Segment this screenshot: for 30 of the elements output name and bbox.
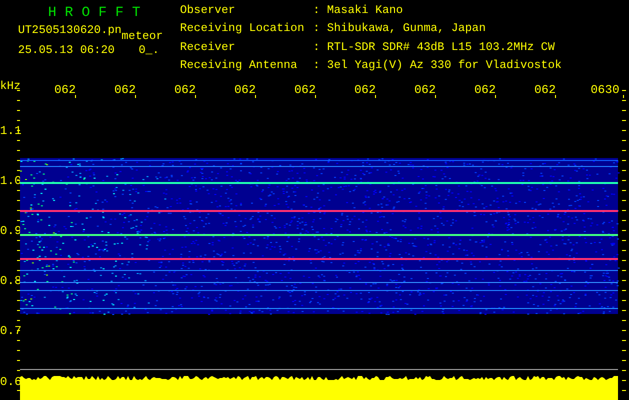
info-label: Receiving Location — [180, 23, 306, 38]
info-label: Observer — [180, 5, 236, 19]
info-label: Receiving Antenna — [180, 60, 298, 74]
info-value: Shibukawa, Gunma, Japan — [327, 23, 487, 38]
axis-unit-label: kHz — [0, 80, 21, 93]
time-label: 062 — [354, 83, 376, 97]
app-title: H R O F F T — [47, 5, 142, 21]
info-value: Masaki Kano — [327, 5, 404, 19]
time-label: 062 — [234, 83, 256, 97]
info-value: RTL-SDR SDR# 43dB L15 103.2MHz CW — [327, 42, 556, 56]
info-label: Receiver — [180, 42, 236, 56]
time-label: 062 — [114, 83, 136, 97]
time-label: 062 — [174, 83, 196, 97]
info-separator: : — [313, 42, 321, 56]
frequency-label: 0.7 — [0, 324, 22, 338]
info-separator: : — [313, 5, 321, 19]
time-label: 062 — [414, 83, 436, 97]
time-label: 062 — [534, 83, 556, 97]
timestamp: 25.05.13 06:20 — [18, 44, 115, 56]
time-label: 0630 — [590, 83, 620, 97]
status-code: 0_. — [138, 44, 160, 56]
time-label: 062 — [54, 83, 76, 97]
info-separator: : — [313, 60, 321, 74]
mode-label: meteor — [122, 31, 163, 42]
info-separator: : — [313, 23, 321, 38]
file-name: UT2505130620.pn — [18, 25, 122, 36]
frequency-label: 1.1 — [0, 124, 22, 138]
time-label: 062 — [294, 83, 316, 97]
time-label: 062 — [474, 83, 496, 97]
info-value: 3el Yagi(V) Az 330 for Vladivostok — [327, 60, 562, 74]
